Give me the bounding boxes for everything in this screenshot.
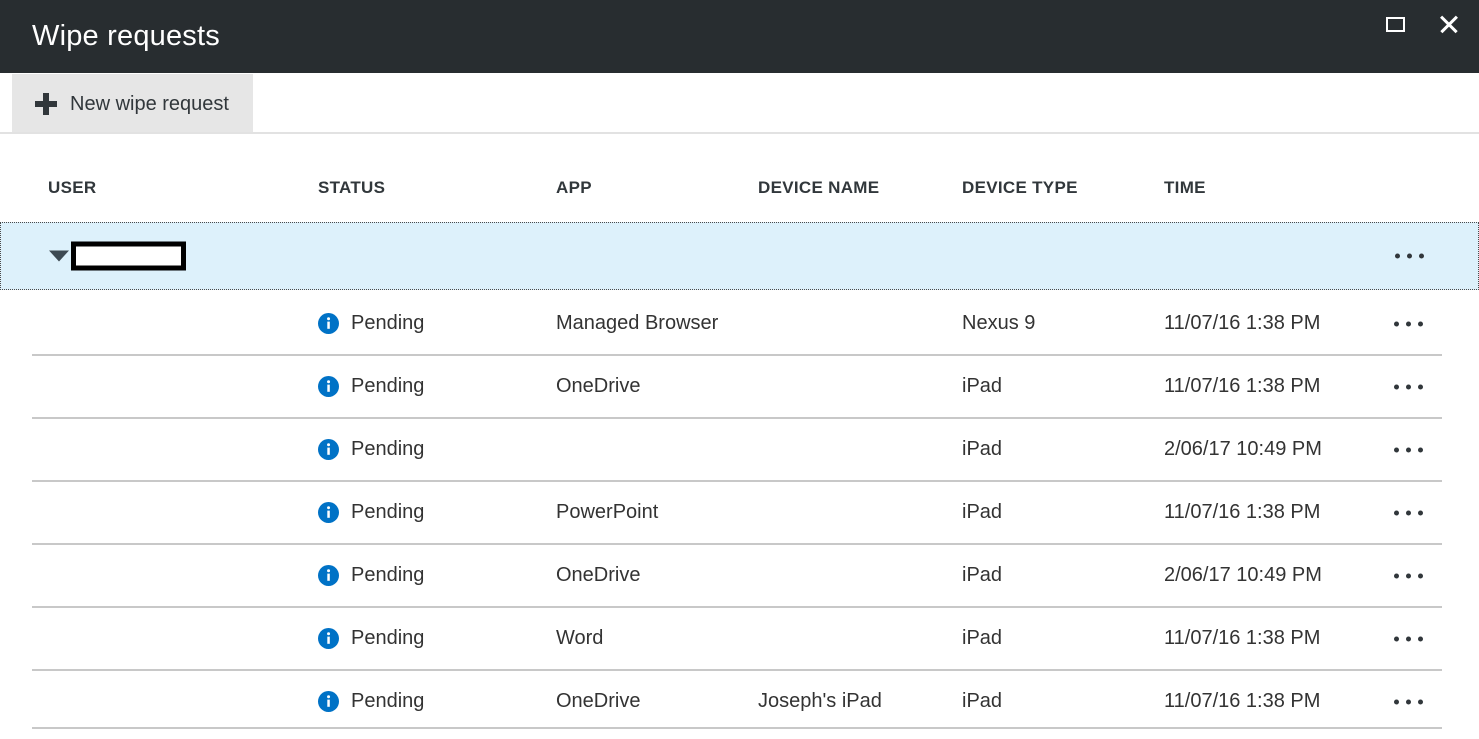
info-icon: [318, 565, 339, 586]
row-context-menu-button[interactable]: [1394, 510, 1423, 515]
cell-device-type: iPad: [962, 355, 1157, 418]
status-label: Pending: [351, 690, 424, 713]
table-row[interactable]: Pending Word iPad 11/07/16 1:38 PM: [0, 607, 1479, 670]
table-row[interactable]: Pending OneDrive iPad 11/07/16 1:38 PM: [0, 355, 1479, 418]
maximize-button[interactable]: [1379, 8, 1411, 40]
table-row[interactable]: Pending Managed Browser Nexus 9 11/07/16…: [0, 292, 1479, 355]
new-wipe-request-button[interactable]: New wipe request: [12, 74, 253, 133]
cell-device-name: Joseph's iPad: [758, 670, 953, 733]
user-name-redacted: [71, 242, 186, 271]
cell-time: 11/07/16 1:38 PM: [1164, 607, 1379, 670]
status-label: Pending: [351, 312, 424, 335]
cell-time: 11/07/16 1:38 PM: [1164, 292, 1379, 355]
cell-device-type: Nexus 9: [962, 292, 1157, 355]
table-group-row[interactable]: [0, 222, 1479, 290]
status-label: Pending: [351, 375, 424, 398]
command-bar: New wipe request: [0, 73, 1479, 133]
info-icon: [318, 376, 339, 397]
status-label: Pending: [351, 438, 424, 461]
cell-app: Word: [556, 607, 751, 670]
cell-device-name: [758, 292, 953, 355]
column-header-device-name[interactable]: DEVICE NAME: [758, 166, 953, 210]
info-icon: [318, 691, 339, 712]
column-header-time[interactable]: TIME: [1164, 166, 1379, 210]
cell-status: Pending: [318, 670, 548, 733]
window-title-bar: Wipe requests: [0, 0, 1479, 73]
wipe-requests-table: USER STATUS APP DEVICE NAME DEVICE TYPE …: [0, 134, 1479, 739]
row-context-menu-button[interactable]: [1394, 384, 1423, 389]
plus-icon: [35, 93, 57, 115]
status-label: Pending: [351, 501, 424, 524]
cell-device-type: iPad: [962, 544, 1157, 607]
cell-status: Pending: [318, 418, 548, 481]
cell-device-name: [758, 418, 953, 481]
row-context-menu-button[interactable]: [1394, 573, 1423, 578]
table-row[interactable]: Pending iPad 2/06/17 10:49 PM: [0, 418, 1479, 481]
cell-time: 2/06/17 10:49 PM: [1164, 418, 1379, 481]
cell-time: 11/07/16 1:38 PM: [1164, 355, 1379, 418]
maximize-icon: [1386, 17, 1405, 32]
cell-device-name: [758, 544, 953, 607]
column-header-app[interactable]: APP: [556, 166, 751, 210]
chevron-down-icon[interactable]: [49, 251, 69, 262]
status-label: Pending: [351, 627, 424, 650]
cell-app: OneDrive: [556, 355, 751, 418]
cell-device-type: iPad: [962, 607, 1157, 670]
info-icon: [318, 502, 339, 523]
row-context-menu-button[interactable]: [1394, 447, 1423, 452]
cell-status: Pending: [318, 481, 548, 544]
close-icon: [1438, 13, 1460, 35]
row-context-menu-button[interactable]: [1394, 636, 1423, 641]
column-header-status[interactable]: STATUS: [318, 166, 548, 210]
row-context-menu-button[interactable]: [1395, 254, 1424, 259]
table-row[interactable]: Pending OneDrive iPad 2/06/17 10:49 PM: [0, 544, 1479, 607]
row-context-menu-button[interactable]: [1394, 321, 1423, 326]
column-header-user[interactable]: USER: [48, 166, 308, 210]
info-icon: [318, 313, 339, 334]
cell-device-name: [758, 481, 953, 544]
cell-app: PowerPoint: [556, 481, 751, 544]
row-context-menu-button[interactable]: [1394, 699, 1423, 704]
cell-status: Pending: [318, 355, 548, 418]
cell-time: 11/07/16 1:38 PM: [1164, 481, 1379, 544]
cell-time: 2/06/17 10:49 PM: [1164, 544, 1379, 607]
cell-status: Pending: [318, 544, 548, 607]
info-icon: [318, 439, 339, 460]
cell-device-type: iPad: [962, 670, 1157, 733]
table-row[interactable]: Pending PowerPoint iPad 11/07/16 1:38 PM: [0, 481, 1479, 544]
cell-app: [556, 418, 751, 481]
status-label: Pending: [351, 564, 424, 587]
info-icon: [318, 628, 339, 649]
close-button[interactable]: [1433, 8, 1465, 40]
page-title: Wipe requests: [32, 22, 220, 51]
table-header-row: USER STATUS APP DEVICE NAME DEVICE TYPE …: [0, 166, 1479, 210]
cell-device-type: iPad: [962, 418, 1157, 481]
table-row[interactable]: Pending OneDrive Joseph's iPad iPad 11/0…: [0, 670, 1479, 733]
window-controls: [1379, 0, 1465, 81]
cell-time: 11/07/16 1:38 PM: [1164, 670, 1379, 733]
cell-status: Pending: [318, 607, 548, 670]
cell-device-type: iPad: [962, 481, 1157, 544]
cell-device-name: [758, 607, 953, 670]
new-wipe-request-label: New wipe request: [70, 94, 229, 114]
cell-app: Managed Browser: [556, 292, 751, 355]
cell-app: OneDrive: [556, 670, 751, 733]
cell-device-name: [758, 355, 953, 418]
column-header-device-type[interactable]: DEVICE TYPE: [962, 166, 1157, 210]
row-divider: [32, 727, 1442, 729]
cell-status: Pending: [318, 292, 548, 355]
cell-app: OneDrive: [556, 544, 751, 607]
